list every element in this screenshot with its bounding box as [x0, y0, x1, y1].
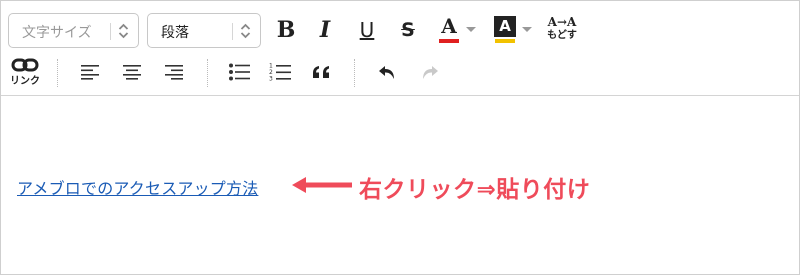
- bold-button[interactable]: B: [275, 15, 297, 45]
- undo-icon[interactable]: [378, 62, 398, 82]
- clear-format-label: もどす: [547, 30, 577, 41]
- select-arrows-icon: [240, 23, 251, 39]
- text-color-swatch: [439, 39, 459, 43]
- svg-text:3: 3: [269, 76, 273, 83]
- font-size-select-label: 文字サイズ: [22, 25, 92, 41]
- link-label: リンク: [10, 76, 40, 87]
- left-arrow-icon: [292, 177, 352, 193]
- font-size-select[interactable]: 文字サイズ: [8, 13, 139, 48]
- toolbar-divider: [354, 59, 355, 87]
- background-color-swatch: [495, 39, 515, 43]
- align-center-icon[interactable]: [122, 64, 142, 80]
- italic-button[interactable]: I: [315, 15, 335, 45]
- annotation-text: 右クリック⇒貼り付け: [359, 177, 591, 203]
- numbered-list-icon[interactable]: 1 2 3: [269, 62, 293, 82]
- align-left-icon[interactable]: [81, 64, 101, 80]
- paragraph-select[interactable]: 段落: [147, 13, 261, 48]
- editor-content-area[interactable]: アメブロでのアクセスアップ方法 右クリック⇒貼り付け: [1, 96, 799, 274]
- strikethrough-icon: S: [401, 18, 415, 41]
- text-color-icon: A: [441, 14, 457, 38]
- paragraph-select-label: 段落: [161, 25, 189, 41]
- underline-icon: U: [359, 18, 375, 42]
- toolbar-divider: [207, 59, 208, 87]
- clear-format-icon: A→A: [547, 15, 577, 29]
- bulleted-list-icon[interactable]: [229, 63, 251, 81]
- background-color-icon: A: [494, 16, 516, 37]
- italic-icon: I: [319, 17, 331, 43]
- chevron-down-icon[interactable]: [522, 27, 532, 32]
- editor-frame: 文字サイズ 段落 B I U S A A A→A もどす リンク 1 2 3 ア…: [0, 0, 800, 275]
- bold-icon: B: [276, 17, 296, 43]
- strikethrough-button[interactable]: S: [398, 15, 418, 45]
- select-arrows-icon: [118, 23, 129, 39]
- text-color-button[interactable]: A: [438, 15, 478, 45]
- blockquote-icon[interactable]: [312, 65, 332, 79]
- link-button[interactable]: リンク: [9, 57, 41, 87]
- select-separator: [110, 23, 111, 40]
- background-color-button[interactable]: A: [494, 15, 534, 45]
- redo-icon[interactable]: [419, 62, 439, 82]
- clear-format-button[interactable]: A→A もどす: [545, 15, 579, 47]
- select-separator: [232, 23, 233, 40]
- chevron-down-icon[interactable]: [466, 27, 476, 32]
- link-icon: [11, 58, 39, 72]
- content-link[interactable]: アメブロでのアクセスアップ方法: [17, 175, 258, 199]
- underline-button[interactable]: U: [356, 15, 378, 45]
- toolbar-divider: [57, 59, 58, 87]
- editor-toolbar: 文字サイズ 段落 B I U S A A A→A もどす リンク 1 2 3: [1, 1, 799, 95]
- align-right-icon[interactable]: [163, 64, 183, 80]
